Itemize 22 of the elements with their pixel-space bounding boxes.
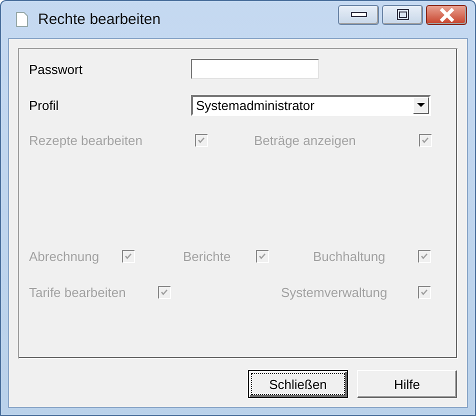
- checkbox-label: Rezepte bearbeiten: [29, 132, 142, 148]
- field-label: Profil: [29, 98, 60, 112]
- maximize-icon: [396, 9, 408, 20]
- close-button[interactable]: [426, 4, 467, 24]
- checkbox-label: Beträge anzeigen: [254, 132, 356, 148]
- checkbox-label: Abrechnung: [29, 248, 100, 264]
- close-icon: [438, 8, 454, 22]
- field-label: Passwort: [29, 62, 84, 76]
- dialog-button[interactable]: Schließen: [248, 370, 348, 398]
- checkbox-label: Systemverwaltung: [281, 284, 388, 300]
- checkbox-label: Berichte: [183, 248, 231, 264]
- minimize-icon: [350, 12, 366, 18]
- dialog-button[interactable]: Hilfe: [357, 370, 457, 398]
- checkbox-label: Buchhaltung: [313, 248, 386, 264]
- window-title: Rechte bearbeiten: [38, 11, 162, 28]
- checkbox-label: Tarife bearbeiten: [29, 284, 126, 300]
- maximize-button[interactable]: [382, 4, 423, 24]
- minimize-button[interactable]: [338, 4, 379, 24]
- dropdown-arrow-icon: [417, 103, 425, 107]
- document-icon: [16, 12, 28, 27]
- profile-dropdown[interactable]: Systemadministrator: [191, 94, 431, 116]
- password-field[interactable]: [191, 59, 319, 79]
